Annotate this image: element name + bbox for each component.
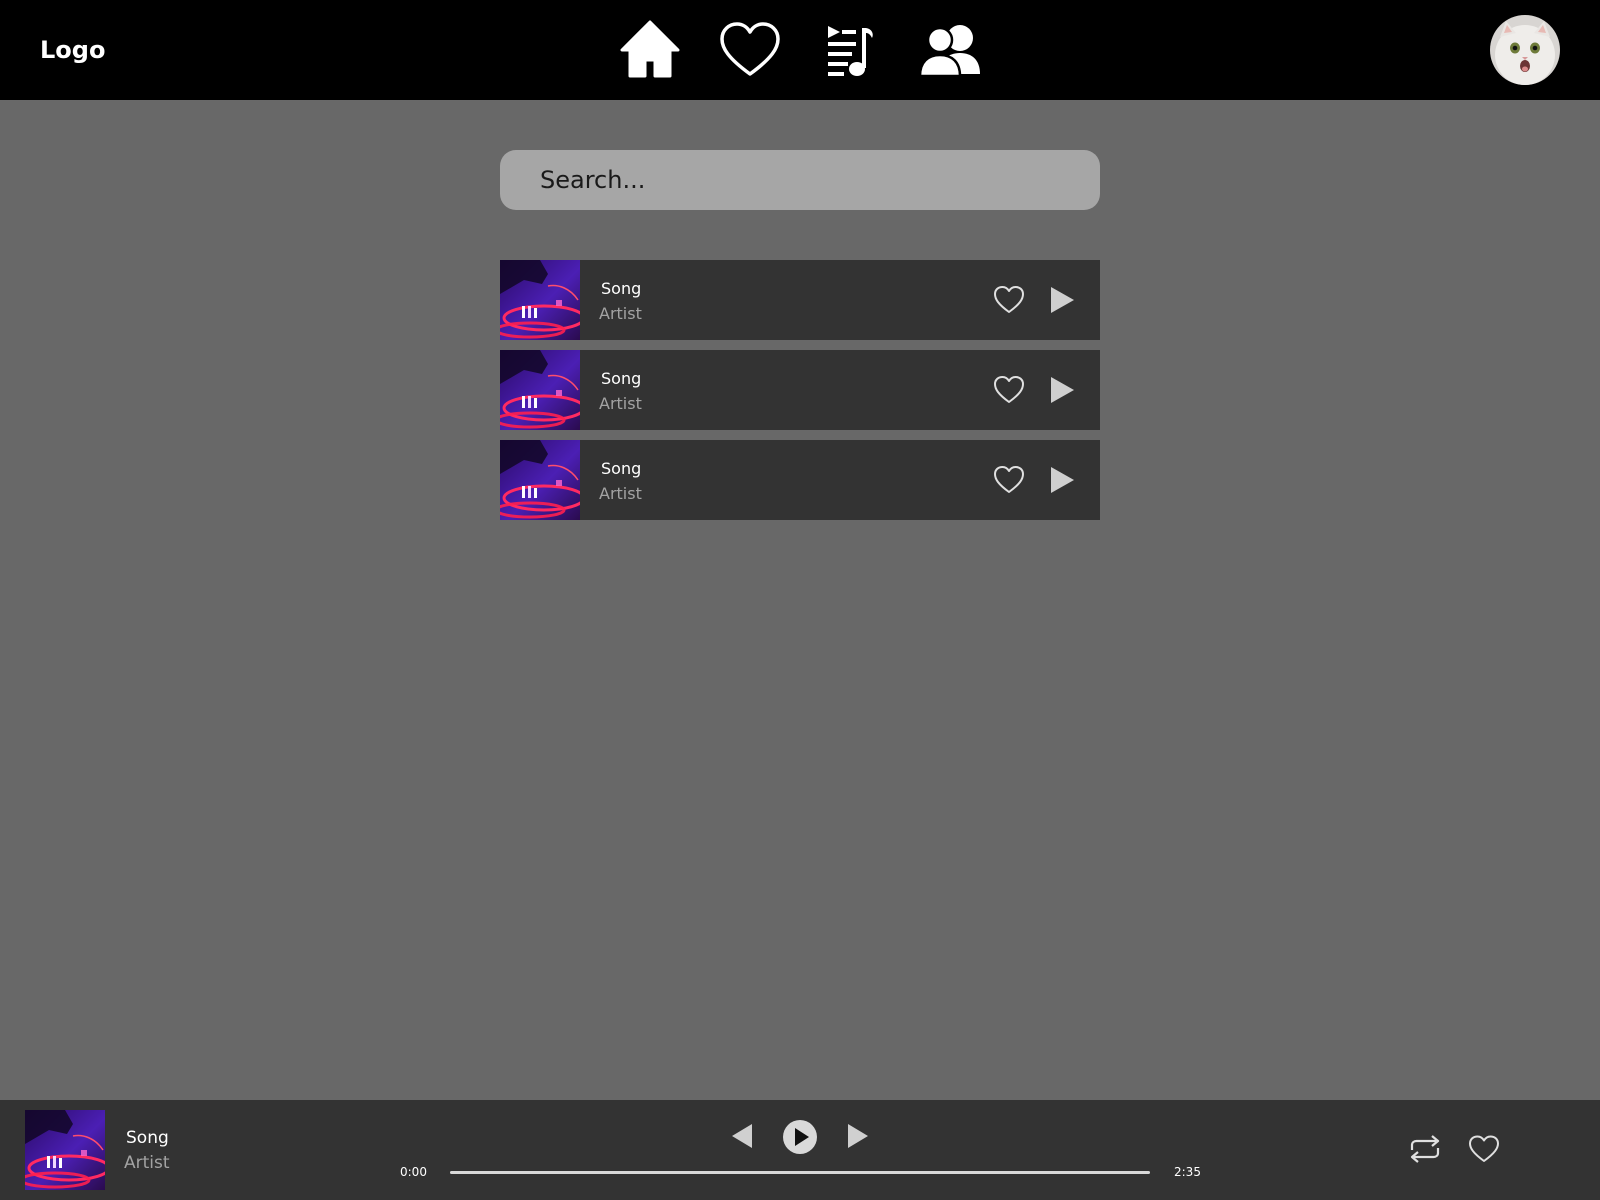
playlist-icon [816,20,880,80]
list-item[interactable]: Song Artist [500,260,1100,340]
nav-home[interactable] [618,20,682,80]
heart-icon [718,20,782,80]
previous-icon [730,1122,754,1150]
song-artist: Artist [599,394,642,413]
song-title: Song [601,279,642,298]
now-playing-title: Song [126,1128,169,1148]
heart-outline-icon [993,284,1025,316]
song-title: Song [601,369,642,388]
song-title: Song [601,459,642,478]
next-icon [846,1122,870,1150]
list-item[interactable]: Song Artist [500,440,1100,520]
next-button[interactable] [846,1122,870,1150]
play-icon [1045,464,1077,496]
progress-bar[interactable] [450,1171,1150,1174]
favorite-button[interactable] [993,374,1025,406]
play-icon [1045,284,1077,316]
home-icon [618,20,682,80]
song-list: Song Artist Song Artist Song Artist [500,260,1100,530]
song-artist: Artist [599,304,642,323]
play-button[interactable] [1045,464,1077,496]
nav-friends[interactable] [918,20,982,80]
nav-playlists[interactable] [816,20,880,80]
heart-outline-icon [993,464,1025,496]
heart-outline-icon [993,374,1025,406]
list-item[interactable]: Song Artist [500,350,1100,430]
song-artist: Artist [599,484,642,503]
play-icon [1045,374,1077,406]
nav-favorites[interactable] [718,20,782,80]
repeat-button[interactable] [1408,1134,1442,1164]
now-playing-cover [25,1110,105,1190]
play-pause-button[interactable] [782,1119,818,1155]
album-cover [500,440,580,520]
top-bar: Logo [0,0,1600,100]
favorite-button[interactable] [993,284,1025,316]
play-button[interactable] [1045,374,1077,406]
cat-avatar-icon [1490,15,1560,85]
user-avatar[interactable] [1490,15,1560,85]
previous-button[interactable] [730,1122,754,1150]
users-icon [918,20,982,80]
logo[interactable]: Logo [40,33,105,67]
now-playing-artist: Artist [124,1153,170,1173]
favorite-current-button[interactable] [1468,1134,1500,1164]
favorite-button[interactable] [993,464,1025,496]
album-cover [500,350,580,430]
player-bar: Song Artist 0:00 2:35 [0,1100,1600,1200]
repeat-icon [1408,1134,1442,1164]
duration: 2:35 [1174,1165,1201,1179]
play-button[interactable] [1045,284,1077,316]
play-circle-icon [782,1119,818,1155]
heart-outline-icon [1468,1134,1500,1164]
search-input[interactable] [500,150,1100,210]
album-cover [500,260,580,340]
current-time: 0:00 [400,1165,427,1179]
